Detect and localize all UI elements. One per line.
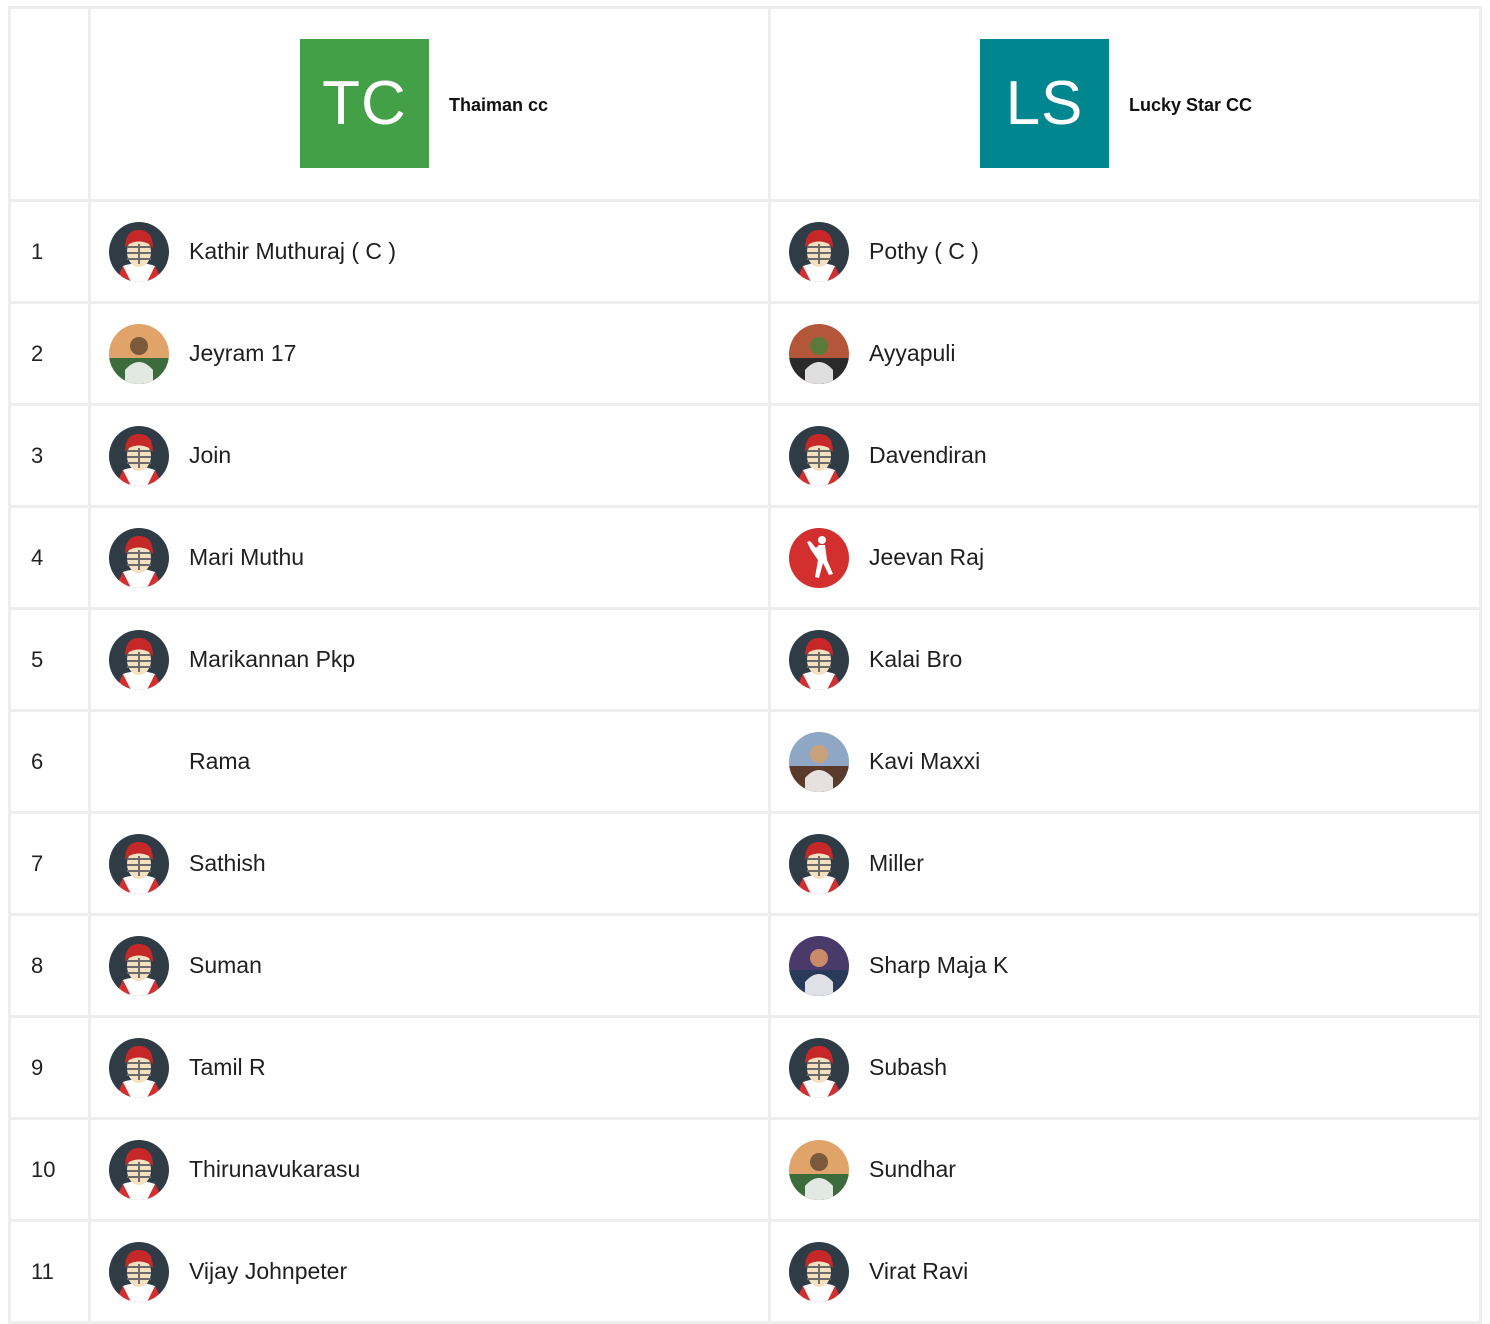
header-empty-cell (8, 6, 91, 202)
player-name-left[interactable]: Join (189, 442, 231, 469)
helmet-avatar-icon[interactable] (789, 833, 849, 894)
player-row: 1 Kathir Muthuraj ( C ) Pothy ( C ) (8, 199, 1482, 304)
helmet-avatar-icon[interactable] (109, 833, 169, 894)
player-row: 5 Marikannan Pkp Kalai Bro (8, 607, 1482, 712)
team-logo-right: LS (980, 39, 1109, 168)
row-number: 10 (8, 1117, 91, 1222)
player-name-left[interactable]: Mari Muthu (189, 544, 304, 571)
player-row: 7 Sathish Miller (8, 811, 1482, 916)
row-number: 6 (8, 709, 91, 814)
helmet-avatar-icon[interactable] (109, 425, 169, 486)
player-photo-avatar[interactable] (789, 323, 849, 384)
player-name-left[interactable]: Vijay Johnpeter (189, 1258, 347, 1285)
player-cell-right[interactable]: Ayyapuli (768, 301, 1482, 406)
player-cell-left[interactable]: Jeyram 17 (88, 301, 771, 406)
row-number: 1 (8, 199, 91, 304)
team-header-row: TC Thaiman cc LS Lucky Star CC (8, 6, 1482, 202)
row-number: 3 (8, 403, 91, 508)
player-name-left[interactable]: Kathir Muthuraj ( C ) (189, 238, 396, 265)
player-row: 2 Jeyram 17 Ayyapuli (8, 301, 1482, 406)
player-cell-left[interactable]: Sathish (88, 811, 771, 916)
helmet-avatar-icon[interactable] (109, 1139, 169, 1200)
row-number: 7 (8, 811, 91, 916)
helmet-avatar-icon[interactable] (789, 221, 849, 282)
helmet-avatar-icon[interactable] (109, 1241, 169, 1302)
player-cell-right[interactable]: Kalai Bro (768, 607, 1482, 712)
team-name-right[interactable]: Lucky Star CC (1129, 95, 1252, 116)
player-cell-left[interactable]: Vijay Johnpeter (88, 1219, 771, 1324)
player-row: 8 Suman Sharp Maja K (8, 913, 1482, 1018)
row-number: 9 (8, 1015, 91, 1120)
player-cell-right[interactable]: Pothy ( C ) (768, 199, 1482, 304)
player-cell-right[interactable]: Miller (768, 811, 1482, 916)
player-cell-left[interactable]: Thirunavukarasu (88, 1117, 771, 1222)
player-name-right[interactable]: Subash (869, 1054, 947, 1081)
player-photo-avatar[interactable] (789, 1139, 849, 1200)
player-cell-right[interactable]: Sharp Maja K (768, 913, 1482, 1018)
row-number: 2 (8, 301, 91, 406)
player-cell-right[interactable]: Davendiran (768, 403, 1482, 508)
player-name-right[interactable]: Kalai Bro (869, 646, 962, 673)
player-name-left[interactable]: Tamil R (189, 1054, 266, 1081)
player-cell-left[interactable]: Suman (88, 913, 771, 1018)
player-cell-right[interactable]: Kavi Maxxi (768, 709, 1482, 814)
player-cell-left[interactable]: Rama (88, 709, 771, 814)
team-header-left: TC Thaiman cc (88, 6, 771, 202)
empty-avatar[interactable] (109, 732, 169, 792)
squad-table: TC Thaiman cc LS Lucky Star CC 1 Kathir M… (8, 6, 1482, 1324)
team-name-left[interactable]: Thaiman cc (449, 95, 548, 116)
player-cell-right[interactable]: Jeevan Raj (768, 505, 1482, 610)
player-photo-avatar[interactable] (109, 323, 169, 384)
player-cell-left[interactable]: Join (88, 403, 771, 508)
row-number: 8 (8, 913, 91, 1018)
player-cell-left[interactable]: Tamil R (88, 1015, 771, 1120)
player-photo-avatar[interactable] (789, 731, 849, 792)
player-row: 4 Mari Muthu Jeevan Raj (8, 505, 1482, 610)
team-logo-left: TC (300, 39, 429, 168)
player-row: 6 Rama Kavi Maxxi (8, 709, 1482, 814)
player-cell-right[interactable]: Virat Ravi (768, 1219, 1482, 1324)
row-number: 11 (8, 1219, 91, 1324)
player-cell-left[interactable]: Marikannan Pkp (88, 607, 771, 712)
player-row: 9 Tamil R Subash (8, 1015, 1482, 1120)
player-cell-left[interactable]: Mari Muthu (88, 505, 771, 610)
helmet-avatar-icon[interactable] (789, 629, 849, 690)
player-row: 10 Thirunavukarasu Sundhar (8, 1117, 1482, 1222)
player-name-right[interactable]: Pothy ( C ) (869, 238, 979, 265)
player-name-right[interactable]: Miller (869, 850, 924, 877)
player-row: 11 Vijay Johnpeter Virat Ravi (8, 1219, 1482, 1324)
player-photo-avatar[interactable] (789, 935, 849, 996)
row-number: 4 (8, 505, 91, 610)
player-name-right[interactable]: Sundhar (869, 1156, 956, 1183)
player-name-right[interactable]: Kavi Maxxi (869, 748, 980, 775)
helmet-avatar-icon[interactable] (109, 935, 169, 996)
player-name-right[interactable]: Jeevan Raj (869, 544, 984, 571)
player-name-right[interactable]: Ayyapuli (869, 340, 956, 367)
helmet-avatar-icon[interactable] (109, 527, 169, 588)
helmet-avatar-icon[interactable] (789, 1037, 849, 1098)
player-cell-left[interactable]: Kathir Muthuraj ( C ) (88, 199, 771, 304)
helmet-avatar-icon[interactable] (789, 425, 849, 486)
player-name-right[interactable]: Virat Ravi (869, 1258, 968, 1285)
helmet-avatar-icon[interactable] (109, 221, 169, 282)
player-name-left[interactable]: Marikannan Pkp (189, 646, 355, 673)
row-number: 5 (8, 607, 91, 712)
player-name-right[interactable]: Sharp Maja K (869, 952, 1008, 979)
player-cell-right[interactable]: Sundhar (768, 1117, 1482, 1222)
player-name-left[interactable]: Rama (189, 748, 250, 775)
bowler-icon[interactable] (789, 527, 849, 588)
team-header-right: LS Lucky Star CC (768, 6, 1482, 202)
helmet-avatar-icon[interactable] (109, 629, 169, 690)
player-name-left[interactable]: Thirunavukarasu (189, 1156, 360, 1183)
player-cell-right[interactable]: Subash (768, 1015, 1482, 1120)
player-name-left[interactable]: Suman (189, 952, 262, 979)
player-name-left[interactable]: Jeyram 17 (189, 340, 296, 367)
player-name-right[interactable]: Davendiran (869, 442, 987, 469)
helmet-avatar-icon[interactable] (789, 1241, 849, 1302)
player-row: 3 Join Davendiran (8, 403, 1482, 508)
helmet-avatar-icon[interactable] (109, 1037, 169, 1098)
player-name-left[interactable]: Sathish (189, 850, 266, 877)
